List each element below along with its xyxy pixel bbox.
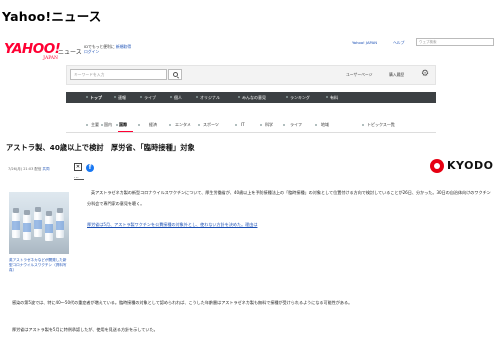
kyodo-mark-icon — [430, 159, 444, 173]
category-domestic[interactable]: 国内 — [104, 121, 112, 128]
page-heading: Yahoo!ニュース — [2, 9, 102, 24]
kyodo-logo[interactable]: KYODO — [430, 158, 494, 174]
login-link[interactable]: ログイン — [84, 49, 131, 54]
yahoo-japan-link[interactable]: Yahoo! JAPAN — [352, 40, 377, 45]
share-x-icon[interactable]: ✕ — [74, 163, 82, 171]
category-main[interactable]: 主要 — [91, 121, 99, 128]
related-link[interactable]: 厚労省は5月、アストラ製ワクチンを公費接種の対象外とし、使わない方針を決めた。理… — [87, 222, 257, 228]
category-it[interactable]: IT — [241, 121, 245, 128]
logo-main-text: YAHOO! — [4, 41, 61, 57]
nav-individual[interactable]: 個人 — [174, 95, 182, 101]
category-topics-list[interactable]: トピックス一覧 — [367, 121, 395, 128]
article-paragraph-3: 厚労省はアストラ製を5月に特例承認したが、使用を見送る方針を示していた。 — [12, 327, 158, 332]
category-science[interactable]: 科学 — [265, 121, 273, 128]
article-meta: 7/26(月) 21:03 配信 共同 — [8, 167, 50, 172]
yahoo-japan-logo[interactable]: YAHOO! JAPAN — [4, 41, 62, 65]
photo-caption[interactable]: 英アストラゼネカなどが開発した新型コロナウイルスワクチン（資料写真） — [9, 258, 69, 274]
nav-breaking[interactable]: 速報 — [118, 95, 126, 101]
news-search-input[interactable]: キーワードを入力 — [70, 69, 167, 80]
nav-paid[interactable]: 有料 — [330, 95, 338, 101]
nav-ranking[interactable]: ランキング — [290, 95, 310, 101]
search-button[interactable] — [168, 69, 182, 80]
category-entertainment[interactable]: エンタメ — [175, 121, 191, 128]
help-link[interactable]: ヘルプ — [393, 40, 404, 46]
article-paragraph-1: 英アストラゼネカ製の新型コロナウイルスワクチンについて、厚生労働省が、40歳以上… — [87, 190, 491, 206]
category-economy[interactable]: 経済 — [149, 121, 157, 128]
nav-original[interactable]: オリジナル — [200, 95, 220, 101]
category-international[interactable]: 国際 — [119, 121, 127, 128]
category-nav-divider — [66, 132, 436, 133]
gear-icon[interactable]: ⚙ — [421, 69, 429, 79]
web-search-input[interactable]: ウェブ検索 — [416, 38, 494, 46]
kyodo-logo-text: KYODO — [447, 159, 494, 172]
share-more-underline — [74, 179, 84, 180]
nav-opinions[interactable]: みんなの意見 — [242, 95, 266, 101]
id-promo: IDでもっと便利に 新規取得 ログイン — [84, 44, 131, 54]
article-photo[interactable] — [9, 192, 69, 254]
service-name[interactable]: ニュース — [58, 47, 82, 56]
nav-live[interactable]: ライブ — [144, 95, 156, 101]
category-sports[interactable]: スポーツ — [203, 121, 219, 128]
article-title: アストラ製、40歳以上で検討 厚労省、「臨時接種」対象 — [6, 143, 195, 152]
user-page-link[interactable]: ユーザーページ — [346, 72, 372, 78]
share-facebook-icon[interactable]: f — [86, 164, 94, 172]
article-paragraph-2: 感染の第5波では、特に40〜50代の重症者が増えている。臨時接種の対象として認め… — [12, 300, 353, 305]
nav-top[interactable]: トップ — [90, 95, 102, 101]
category-region[interactable]: 地域 — [321, 121, 329, 128]
signup-link[interactable]: 新規取得 — [116, 44, 131, 49]
publish-date: 7/26(月) 21:03 配信 — [8, 167, 42, 171]
article-source[interactable]: 共同 — [43, 167, 50, 171]
purchase-history-link[interactable]: 購入履歴 — [389, 72, 404, 78]
category-life[interactable]: ライフ — [290, 121, 302, 128]
